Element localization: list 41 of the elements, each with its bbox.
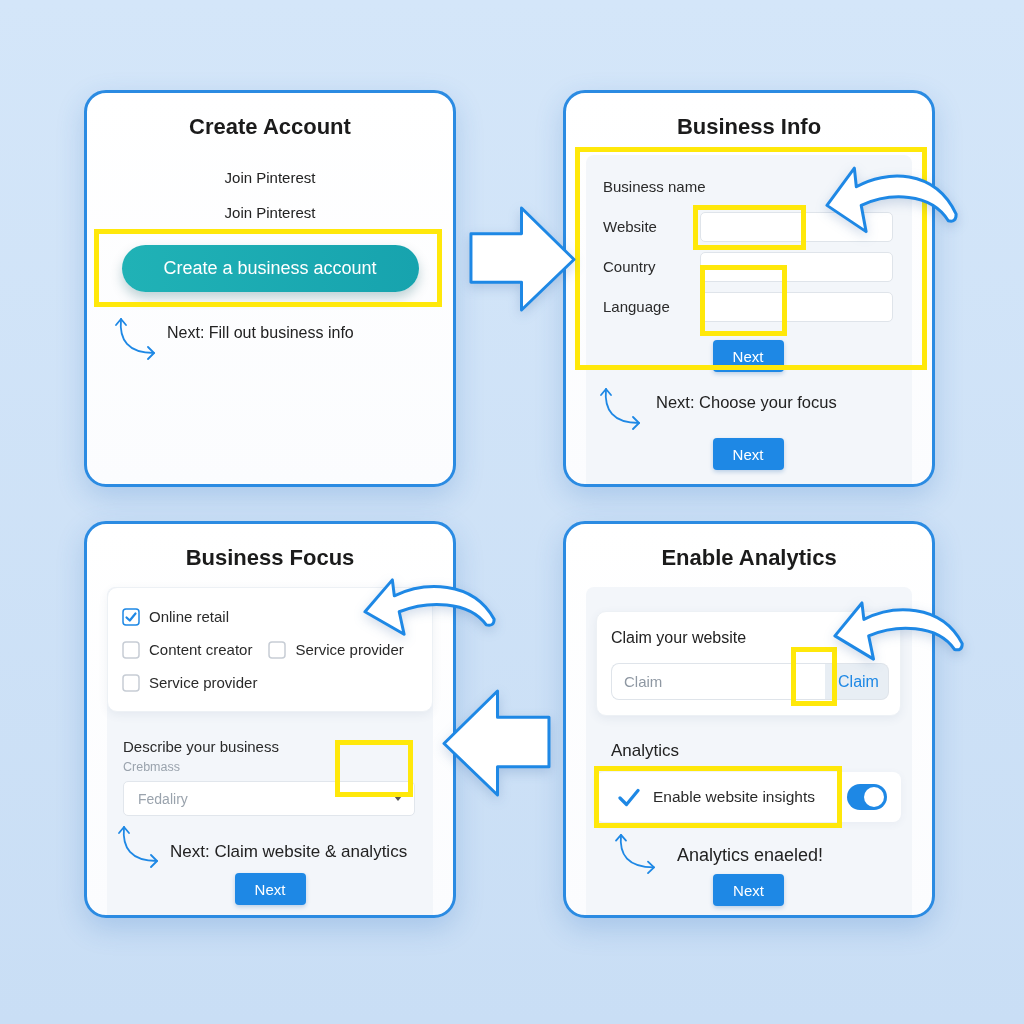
caret-icon — [394, 796, 402, 801]
checkbox[interactable] — [268, 641, 287, 659]
next-step-text: Next: Choose your focus — [656, 392, 837, 413]
curved-double-arrow-icon — [613, 832, 657, 874]
panel-title: Create Account — [189, 113, 351, 141]
field-label: Language — [603, 297, 670, 317]
field-label: Business name — [603, 177, 706, 197]
hint-text: Crebmass — [123, 759, 180, 775]
panel-title: Enable Analytics — [661, 544, 837, 572]
checkbox[interactable] — [122, 608, 140, 626]
next-button[interactable]: Next — [712, 438, 784, 470]
checkbox[interactable] — [122, 674, 140, 692]
curved-double-arrow-icon — [116, 824, 160, 868]
curved-double-arrow-icon — [598, 386, 642, 430]
text-input[interactable] — [700, 212, 893, 242]
option-label: Content creator — [149, 641, 253, 659]
next-step-text: Next: Fill out business info — [167, 323, 354, 343]
create-business-button[interactable]: Create a business account — [121, 245, 419, 292]
panel-title: Business Info — [676, 113, 822, 141]
toggle-switch[interactable] — [847, 784, 887, 810]
right-arrow-icon — [468, 203, 577, 314]
select-field[interactable]: Fedaliry — [123, 781, 415, 816]
option-label: Service provider — [295, 641, 404, 659]
section-title: Analytics — [611, 741, 680, 761]
next-button[interactable]: Next — [234, 873, 306, 905]
checkbox[interactable] — [122, 641, 140, 659]
body-text: Join Pinterest — [224, 168, 316, 188]
field-label: Claim your website — [611, 628, 747, 648]
body-text: Join Pinterest — [224, 203, 316, 223]
field-label: Website — [603, 217, 657, 237]
field-label: Country — [603, 257, 656, 277]
curved-double-arrow-icon — [113, 316, 157, 360]
insights-label: Enable website insights — [653, 788, 815, 806]
option-label: Online retail — [149, 608, 230, 626]
option-label: Service provider — [149, 674, 258, 692]
next-step-text: Next: Claim website & analytics — [170, 841, 408, 863]
panel-title: Business Focus — [185, 544, 355, 572]
field-label: Describe your business — [123, 738, 279, 756]
text-input[interactable] — [700, 252, 893, 282]
next-button[interactable]: Next — [713, 874, 784, 906]
next-step-text: Analytics enaeled! — [677, 844, 824, 866]
